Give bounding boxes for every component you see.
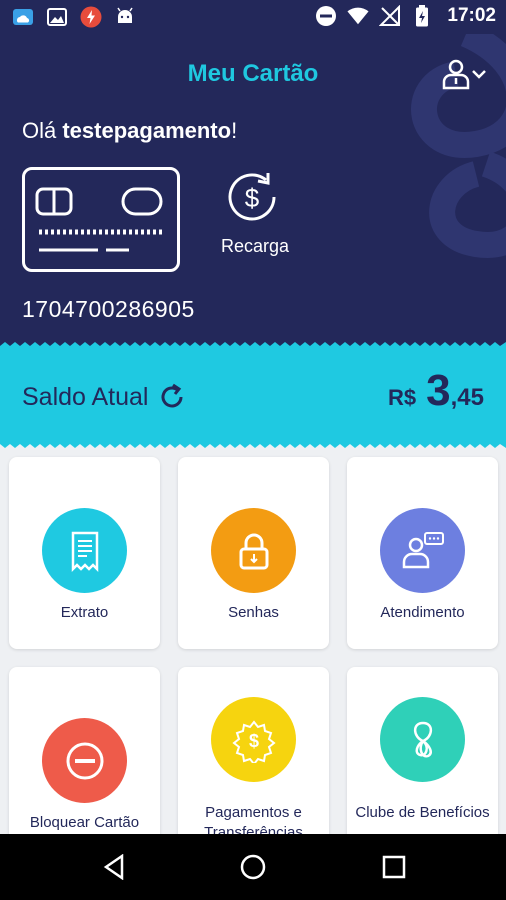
currency: R$ — [388, 385, 417, 410]
menu-tile-label: Pagamentos e Transferências — [204, 804, 303, 834]
balance-amount: R$ 3 ,45 — [388, 366, 484, 416]
battery-icon — [411, 5, 433, 27]
menu-tile-pagamentos[interactable]: $ Pagamentos e Transferências — [178, 667, 329, 834]
menu-tile-clube-circle — [380, 697, 465, 782]
user-icon — [442, 59, 470, 90]
card-icon[interactable] — [22, 167, 180, 272]
no-signal-icon — [379, 5, 401, 27]
block-icon — [66, 742, 103, 779]
recents-icon[interactable] — [378, 851, 410, 883]
menu-tile-label: Clube de Benefícios — [355, 804, 490, 821]
recharge-button[interactable]: $ Recarga — [212, 169, 298, 257]
benefits-clover-icon — [413, 721, 432, 757]
menu-tile-clube-beneficios[interactable]: Clube de Benefícios — [347, 667, 498, 834]
greeting-suffix: ! — [231, 118, 238, 143]
cloud-icon — [12, 6, 34, 28]
back-icon[interactable] — [98, 851, 130, 883]
lock-icon — [239, 533, 268, 569]
android-icon — [114, 6, 136, 28]
status-bar: 17:02 — [0, 0, 506, 34]
balance-label: Saldo Atual — [22, 382, 149, 411]
refresh-icon[interactable] — [157, 382, 187, 412]
menu-tile-extrato[interactable]: Extrato — [9, 457, 160, 649]
menu-tile-label: Extrato — [60, 604, 109, 621]
header: Meu Cartão Olá testepagamento! $ Recarga… — [0, 34, 506, 348]
balance-bar: Saldo Atual R$ 3 ,45 — [0, 342, 506, 448]
balance-integer: 3 — [426, 366, 451, 415]
greeting: Olá testepagamento! — [22, 118, 237, 144]
user-menu-button[interactable] — [442, 58, 490, 92]
image-icon — [46, 6, 68, 28]
wifi-icon — [347, 5, 369, 27]
card-number: 1704700286905 — [22, 296, 195, 322]
do-not-disturb-icon — [315, 5, 337, 27]
menu-tile-label: Atendimento — [380, 604, 465, 621]
payment-gear-icon: $ — [231, 719, 276, 763]
recharge-icon: $ — [228, 173, 276, 221]
svg-text:$: $ — [245, 183, 260, 213]
menu-tile-pagamentos-circle: $ — [211, 697, 296, 782]
menu-tile-senhas[interactable]: Senhas — [178, 457, 329, 649]
menu-tile-label: Senhas — [228, 604, 279, 621]
page-title: Meu Cartão — [187, 60, 319, 87]
menu-tile-atendimento-circle — [380, 508, 465, 593]
balance-decimal: ,45 — [450, 384, 484, 411]
menu-tile-atendimento[interactable]: Atendimento — [347, 457, 498, 649]
clock: 17:02 — [447, 5, 496, 26]
navigation-bar — [0, 834, 506, 900]
menu-tile-senhas-circle — [211, 508, 296, 593]
home-icon[interactable] — [237, 851, 269, 883]
svg-text:$: $ — [248, 731, 258, 751]
recharge-label: Recarga — [220, 236, 290, 256]
menu-tile-bloquear-cartao[interactable]: Bloquear Cartão — [9, 667, 160, 834]
balance-label-group: Saldo Atual — [22, 382, 187, 412]
menu-grid: Extrato Senhas Atendimento Bloquear Cart… — [0, 444, 506, 834]
support-chat-icon — [402, 531, 444, 568]
greeting-prefix: Olá — [22, 118, 63, 143]
chevron-down-icon — [472, 70, 486, 79]
menu-tile-extrato-circle — [42, 508, 127, 593]
receipt-icon — [71, 531, 98, 572]
zigzag-top-edge — [0, 342, 506, 348]
username: testepagamento — [62, 118, 232, 143]
flash-icon — [80, 6, 102, 28]
menu-tile-bloquear-circle — [42, 718, 127, 803]
menu-tile-label: Bloquear Cartão — [29, 814, 140, 831]
